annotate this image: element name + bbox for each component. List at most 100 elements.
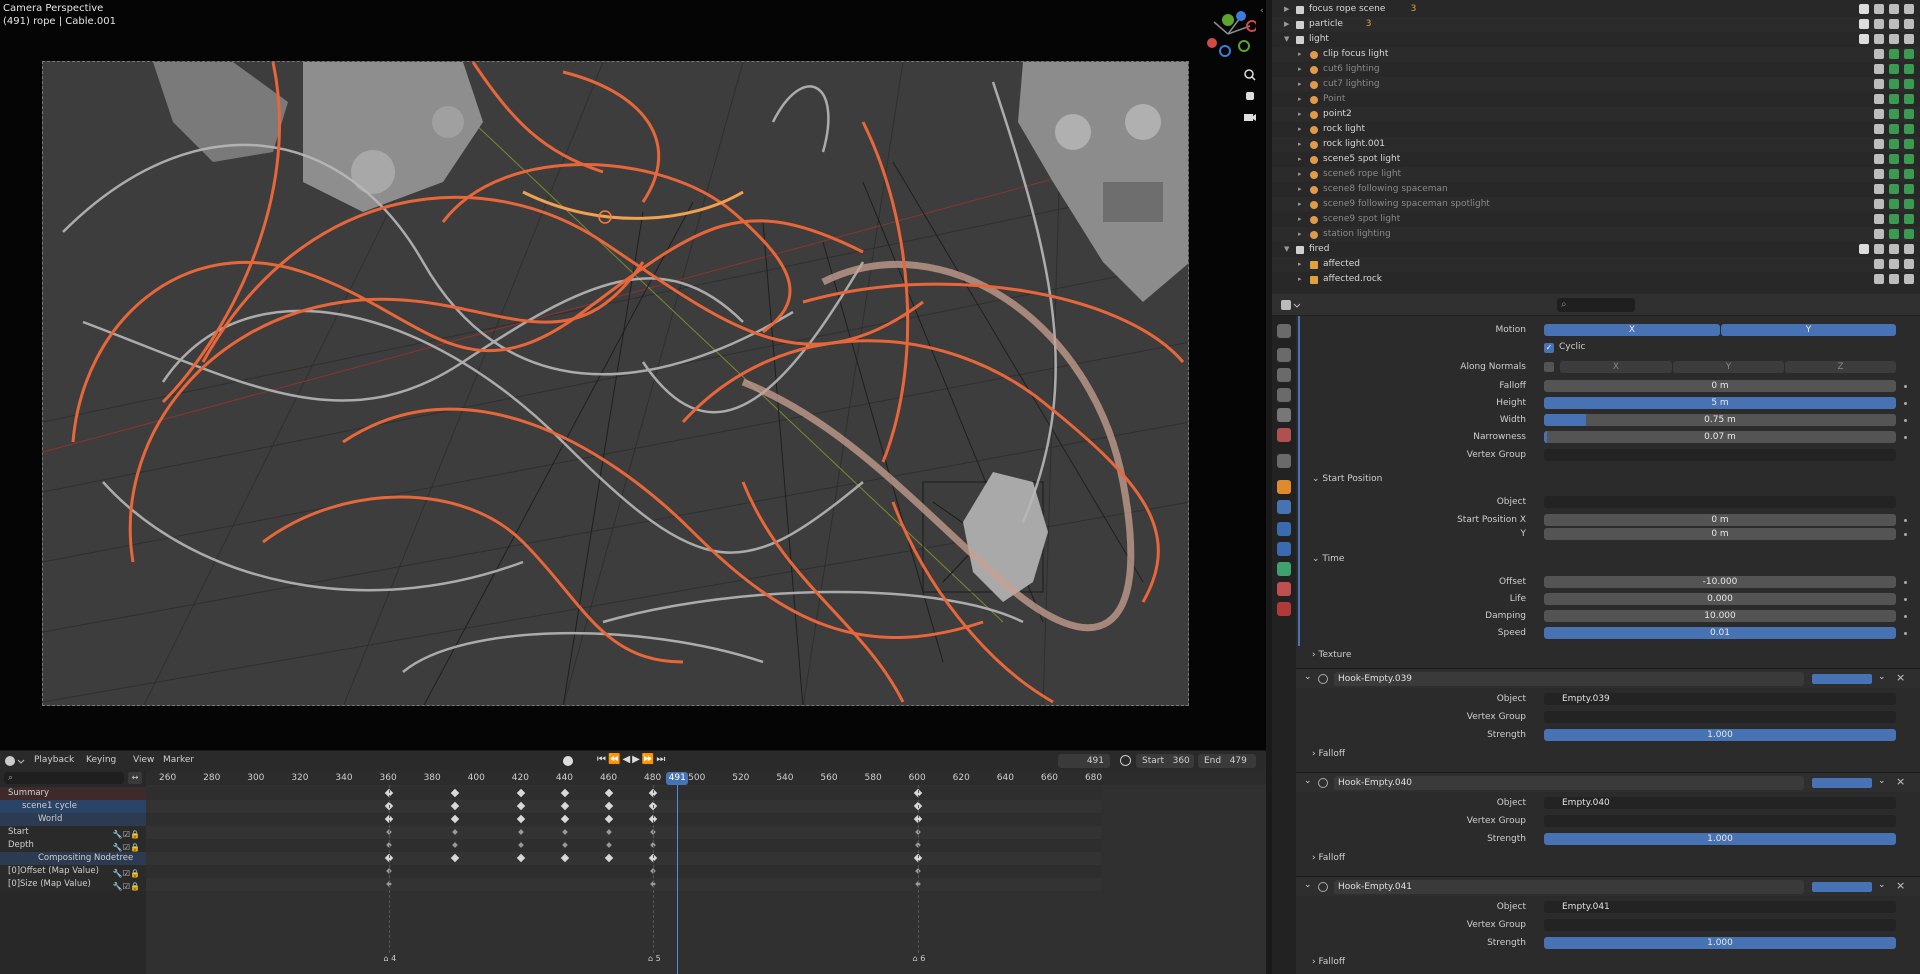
render-icon[interactable] (1904, 139, 1914, 149)
render-icon[interactable] (1904, 4, 1914, 14)
world-tab-icon[interactable] (1277, 428, 1291, 442)
keyframe[interactable] (560, 788, 570, 798)
hook-strength-field[interactable]: 1.000 (1544, 729, 1896, 741)
physics-tab-icon[interactable] (1277, 542, 1291, 556)
chevron-right-icon[interactable]: ▸ (1298, 152, 1302, 167)
render-icon[interactable] (1904, 124, 1914, 134)
modifier-name-field[interactable]: Hook-Empty.041 (1334, 880, 1804, 894)
viewport-icon[interactable] (1889, 214, 1899, 224)
eye-icon[interactable] (1874, 139, 1884, 149)
outliner-item[interactable]: ▼ light (1272, 32, 1920, 47)
render-icon[interactable] (1904, 19, 1914, 29)
channel-prop[interactable]: Start 🔧☑🔒 (0, 826, 146, 839)
eye-icon[interactable] (1874, 79, 1884, 89)
modifier-tab-icon[interactable] (1277, 500, 1291, 514)
eye-icon[interactable] (1874, 4, 1884, 14)
modifier-toggle-icons[interactable] (1812, 882, 1872, 892)
select-arrow-icon[interactable] (1859, 244, 1869, 254)
outliner-item[interactable]: ▸ affected.rock (1272, 272, 1920, 287)
hook-object-field[interactable]: Empty.041 (1544, 901, 1896, 913)
along-z-toggle[interactable]: Z (1785, 361, 1896, 373)
keyframe[interactable] (517, 829, 524, 835)
close-icon[interactable]: × (1896, 775, 1905, 788)
keyframe[interactable] (562, 829, 568, 835)
channel-toggle-icons[interactable]: 🔧☑🔒 (113, 880, 140, 893)
hook-strength-field[interactable]: 1.000 (1544, 833, 1896, 845)
playhead-line[interactable] (677, 785, 679, 974)
viewport-icon[interactable] (1889, 199, 1899, 209)
select-arrow-icon[interactable] (1859, 4, 1869, 14)
keyframe[interactable] (604, 801, 614, 811)
keyframe[interactable] (560, 814, 570, 824)
select-arrow-icon[interactable] (1859, 274, 1869, 284)
render-icon[interactable] (1904, 229, 1914, 239)
gizmo-z-axis[interactable] (1236, 11, 1246, 21)
select-arrow-icon[interactable] (1859, 109, 1869, 119)
marker[interactable]: ⌂ 5 (648, 954, 661, 963)
render-icon[interactable] (1904, 244, 1914, 254)
select-arrow-icon[interactable] (1859, 34, 1869, 44)
dropdown-icon[interactable]: ⌄ (1878, 776, 1886, 786)
vertex-group-field[interactable] (1544, 449, 1896, 461)
eye-icon[interactable] (1874, 154, 1884, 164)
narrowness-field[interactable]: 0.07 m (1544, 431, 1896, 443)
outliner-item[interactable]: ▸ rock light (1272, 122, 1920, 137)
viewport-icon[interactable] (1889, 259, 1899, 269)
viewport-icon[interactable] (1889, 229, 1899, 239)
keyframe[interactable] (606, 829, 612, 835)
navigation-gizmo[interactable] (1200, 8, 1258, 60)
start-y-field[interactable]: 0 m (1544, 528, 1896, 540)
outliner-item[interactable]: ▸ rock light.001 (1272, 137, 1920, 152)
chevron-right-icon[interactable]: ▸ (1298, 272, 1302, 287)
editor-type-icon[interactable] (4, 754, 26, 768)
modifier-name-field[interactable]: Hook-Empty.039 (1334, 672, 1804, 686)
hook-vertex-group-field[interactable] (1544, 919, 1896, 931)
motion-y-toggle[interactable]: Y (1721, 324, 1896, 336)
along-y-toggle[interactable]: Y (1673, 361, 1784, 373)
select-arrow-icon[interactable] (1859, 184, 1869, 194)
eye-icon[interactable] (1874, 214, 1884, 224)
keyframe[interactable] (517, 842, 524, 848)
motion-x-toggle[interactable]: X (1544, 324, 1720, 336)
texture-tab-icon[interactable] (1277, 602, 1291, 616)
collection-tab-icon[interactable] (1277, 454, 1291, 468)
playback-menu[interactable]: Playback (34, 755, 74, 765)
eye-icon[interactable] (1874, 64, 1884, 74)
select-arrow-icon[interactable] (1859, 259, 1869, 269)
viewport-icon[interactable] (1889, 64, 1899, 74)
hook-falloff-section[interactable]: › Falloff (1296, 849, 1896, 867)
keyframe[interactable] (604, 788, 614, 798)
chevron-right-icon[interactable]: ▸ (1298, 107, 1302, 122)
chevron-down-icon[interactable]: ▼ (1284, 32, 1289, 47)
eye-icon[interactable] (1874, 229, 1884, 239)
eye-icon[interactable] (1874, 184, 1884, 194)
keyframe[interactable] (516, 788, 526, 798)
start-object-field[interactable] (1544, 496, 1896, 508)
keyframe[interactable] (560, 801, 570, 811)
hook-object-field[interactable]: Empty.040 (1544, 797, 1896, 809)
jump-start-icon[interactable]: ⏮ (597, 754, 608, 765)
hook-falloff-section[interactable]: › Falloff (1296, 745, 1896, 763)
chevron-right-icon[interactable]: ▸ (1298, 167, 1302, 182)
along-normals-checkbox[interactable] (1544, 362, 1554, 372)
keyframe[interactable] (450, 788, 459, 798)
select-arrow-icon[interactable] (1859, 79, 1869, 89)
outliner-item[interactable]: ▶ focus rope scene 3 (1272, 2, 1920, 17)
start-position-section[interactable]: ⌄ Start Position (1296, 470, 1896, 488)
close-icon[interactable]: × (1896, 671, 1905, 684)
eye-icon[interactable] (1874, 199, 1884, 209)
current-frame-field[interactable]: 491 (1058, 754, 1110, 768)
clock-icon[interactable] (1120, 755, 1131, 766)
keyframe[interactable] (451, 842, 458, 848)
keyframe[interactable] (516, 801, 526, 811)
eye-icon[interactable] (1874, 49, 1884, 59)
eye-icon[interactable] (1874, 124, 1884, 134)
viewport-icon[interactable] (1889, 79, 1899, 89)
channel-summary[interactable]: Summary (0, 787, 146, 800)
outliner-item[interactable]: ▸ Point (1272, 92, 1920, 107)
record-icon[interactable] (563, 756, 573, 766)
keyframe[interactable] (562, 842, 568, 848)
select-arrow-icon[interactable] (1859, 64, 1869, 74)
keying-menu[interactable]: Keying (86, 755, 116, 765)
channel-prop[interactable]: [0]Offset (Map Value) 🔧☑🔒 (0, 865, 146, 878)
